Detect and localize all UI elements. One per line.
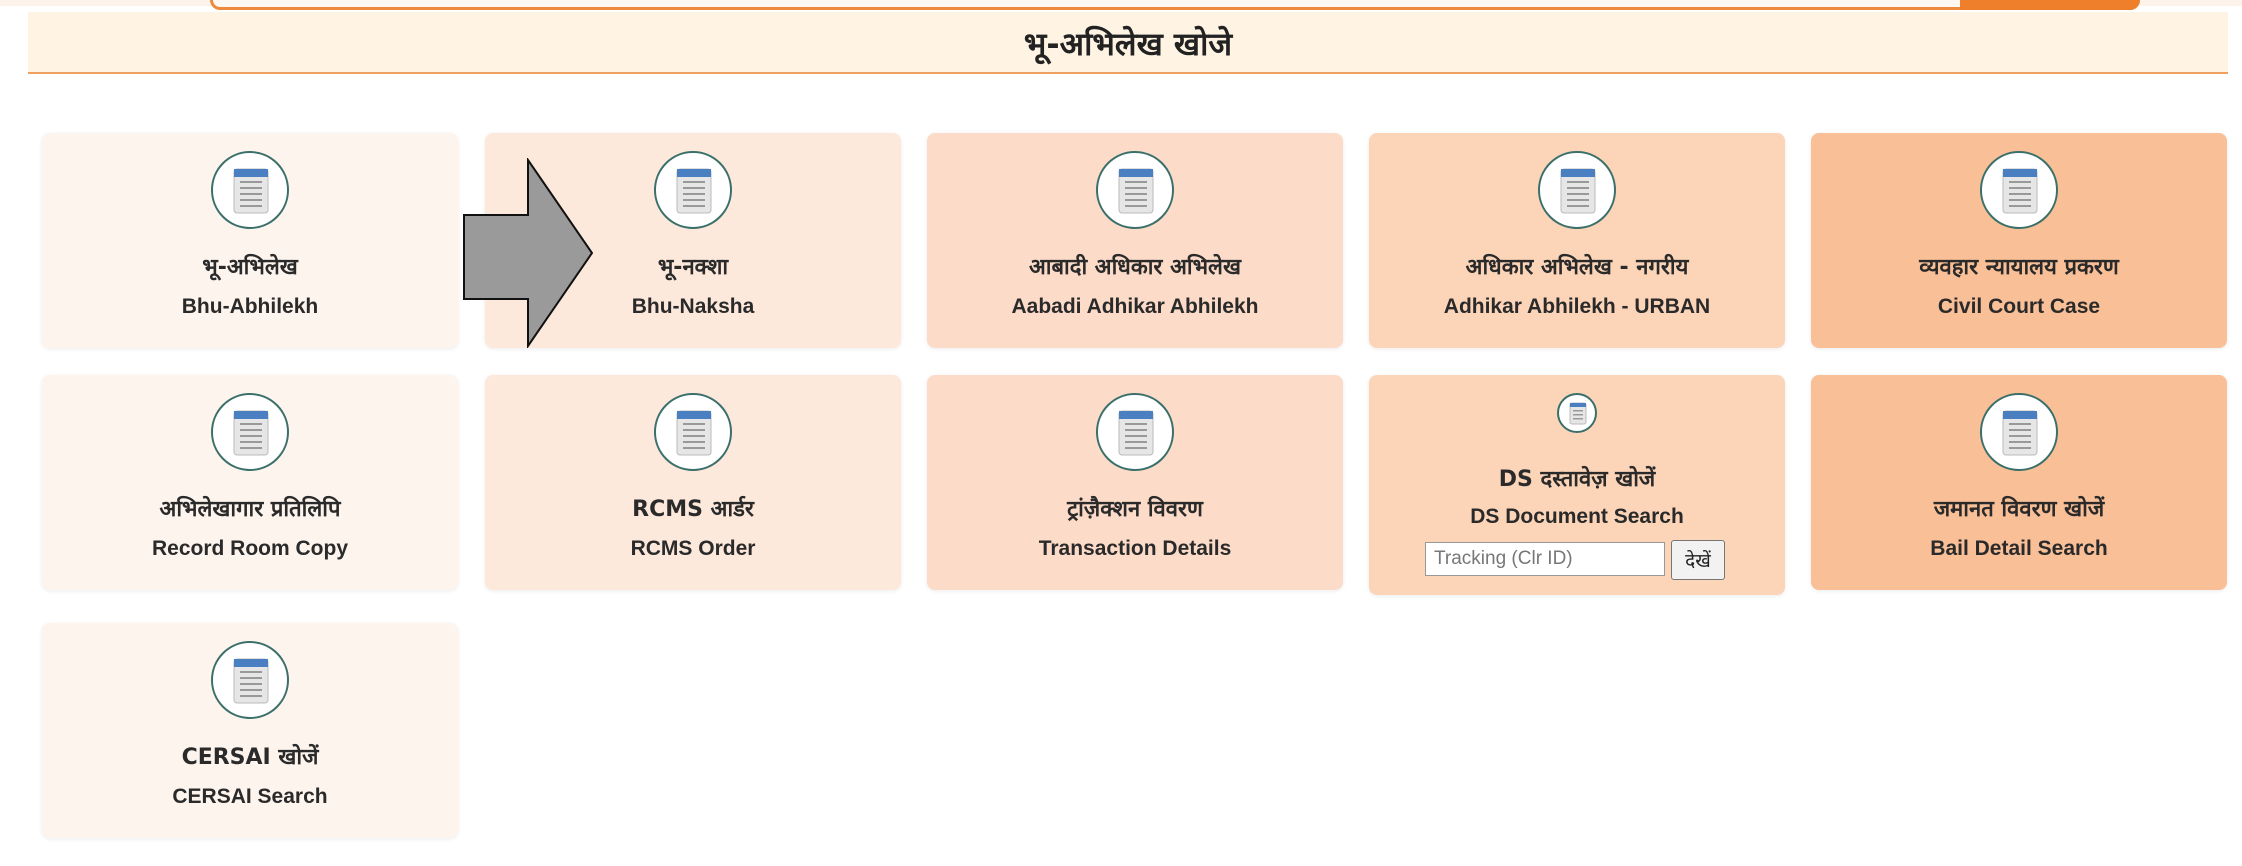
top-nav-accent [1960, 0, 2140, 10]
card-title-english: CERSAI Search [172, 785, 328, 808]
card-title-hindi: आबादी अधिकार अभिलेख [1029, 255, 1241, 280]
document-icon [654, 151, 732, 229]
document-icon [211, 641, 289, 719]
card-title-english: Bhu-Abhilekh [181, 295, 319, 318]
card-title-hindi: DS दस्तावेज़ खोजें [1498, 467, 1656, 492]
card-civil-court-case[interactable]: व्यवहार न्यायालय प्रकरण Civil Court Case [1811, 133, 2227, 348]
card-bhu-abhilekh[interactable]: भू-अभिलेख Bhu-Abhilekh [42, 133, 458, 348]
card-title-english: DS Document Search [1470, 505, 1684, 528]
card-bail-detail-search[interactable]: जमानत विवरण खोजें Bail Detail Search [1811, 375, 2227, 590]
card-ds-document-search: DS दस्तावेज़ खोजें DS Document Search दे… [1369, 375, 1785, 595]
document-icon [1980, 151, 2058, 229]
document-icon [1096, 151, 1174, 229]
card-title-english: Transaction Details [1038, 537, 1232, 560]
card-title-hindi: व्यवहार न्यायालय प्रकरण [1919, 255, 2119, 280]
tracking-id-input[interactable] [1425, 542, 1665, 576]
document-icon [211, 151, 289, 229]
card-title-hindi: अधिकार अभिलेख - नगरीय [1465, 255, 1689, 280]
card-record-room-copy[interactable]: अभिलेखागार प्रतिलिपि Record Room Copy [42, 375, 458, 590]
card-title-english: Adhikar Abhilekh - URBAN [1443, 295, 1711, 318]
card-title-hindi: जमानत विवरण खोजें [1933, 497, 2105, 522]
card-title-hindi: CERSAI खोजें [181, 745, 319, 770]
card-title-english: Civil Court Case [1937, 295, 2101, 318]
page-title: भू-अभिलेख खोजे [1023, 25, 1233, 63]
card-title-english: Bail Detail Search [1930, 537, 2108, 560]
card-aabadi-adhikar-abhilekh[interactable]: आबादी अधिकार अभिलेख Aabadi Adhikar Abhil… [927, 133, 1343, 348]
document-icon [1980, 393, 2058, 471]
top-nav-edge [0, 0, 2242, 12]
card-title-english: Aabadi Adhikar Abhilekh [1011, 295, 1259, 318]
document-icon [1096, 393, 1174, 471]
pointer-arrow-icon [463, 158, 594, 348]
card-title-english: RCMS Order [630, 537, 756, 560]
card-rcms-order[interactable]: RCMS आर्डर RCMS Order [485, 375, 901, 590]
section-header: भू-अभिलेख खोजे [28, 12, 2228, 74]
card-title-hindi: भू-अभिलेख [202, 255, 298, 280]
card-cersai-search[interactable]: CERSAI खोजें CERSAI Search [42, 623, 458, 838]
top-nav-bar [210, 0, 2140, 10]
card-title-hindi: अभिलेखागार प्रतिलिपि [159, 497, 341, 522]
card-adhikar-abhilekh-urban[interactable]: अधिकार अभिलेख - नगरीय Adhikar Abhilekh -… [1369, 133, 1785, 348]
document-icon [654, 393, 732, 471]
card-title-hindi: ट्रांज़ैक्शन विवरण [1067, 497, 1203, 522]
document-icon [1538, 151, 1616, 229]
document-icon [211, 393, 289, 471]
view-button[interactable]: देखें [1671, 540, 1725, 580]
card-title-english: Record Room Copy [151, 537, 348, 560]
card-title-hindi: RCMS आर्डर [632, 497, 754, 522]
card-transaction-details[interactable]: ट्रांज़ैक्शन विवरण Transaction Details [927, 375, 1343, 590]
ds-search-row: देखें [1425, 540, 1745, 580]
document-icon [1557, 393, 1597, 433]
